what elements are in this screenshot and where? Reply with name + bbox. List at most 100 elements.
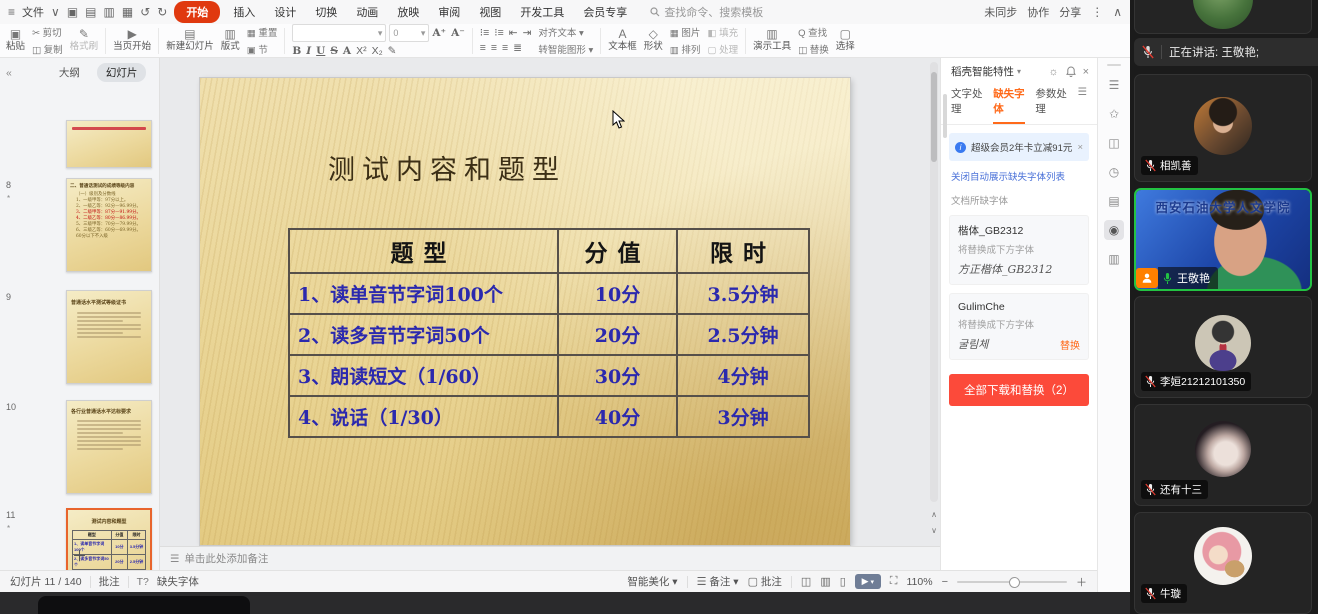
sorter-view-icon[interactable]: ▥ bbox=[820, 575, 830, 588]
copy-panel-icon[interactable]: ◫ bbox=[1104, 133, 1124, 153]
scroll-down-button[interactable]: ∨ bbox=[929, 524, 939, 538]
tab-slideshow[interactable]: 放映 bbox=[391, 2, 425, 22]
video-tile-partial[interactable] bbox=[1134, 0, 1312, 34]
caret-icon[interactable]: ▾ bbox=[1017, 67, 1021, 76]
subscript-button[interactable]: X₂ bbox=[372, 45, 383, 57]
taskbar-popup[interactable] bbox=[38, 596, 250, 614]
more-icon[interactable]: ⋮ bbox=[1091, 6, 1103, 18]
bold-button[interactable]: B bbox=[292, 45, 301, 57]
undo-icon[interactable]: ↺ bbox=[140, 6, 150, 18]
paste-button[interactable]: ▣ 粘贴 bbox=[6, 28, 25, 53]
play-from-current-button[interactable]: ▶ 当页开始 bbox=[113, 28, 151, 53]
add-slide-button[interactable]: ＋ bbox=[0, 545, 159, 566]
auto-display-link[interactable]: 关闭自动展示缺失字体列表 bbox=[941, 161, 1097, 183]
doc-edit-icon[interactable]: ▤ bbox=[1104, 191, 1124, 211]
thumbnail-slide-7[interactable] bbox=[66, 120, 154, 168]
command-search[interactable]: 查找命令、搜索模板 bbox=[650, 4, 763, 20]
highlight-button[interactable]: ✎ bbox=[388, 45, 397, 57]
editor-scrollbar[interactable] bbox=[930, 62, 938, 502]
zoom-level[interactable]: 110% bbox=[906, 576, 932, 588]
annotate-button[interactable]: ▢ 批注 bbox=[748, 574, 782, 589]
thumbnail-slide-8[interactable]: 二、普通话测试的成绩等级内容 （一）级别及分数线 1、一级甲等：97分以上。 2… bbox=[66, 178, 154, 272]
italic-button[interactable]: I bbox=[306, 45, 311, 57]
find-button[interactable]: Q 查找 bbox=[798, 25, 829, 39]
panel-scrollbar[interactable] bbox=[943, 94, 947, 138]
notes-bar[interactable]: ☰ 单击此处添加备注 bbox=[160, 546, 940, 570]
smart-graphic-button[interactable]: 转智能图形 ▾ bbox=[538, 42, 593, 56]
close-icon[interactable]: × bbox=[1083, 66, 1089, 78]
member-promo-banner[interactable]: i 超级会员2年卡立减91元 × bbox=[949, 133, 1089, 161]
tab-member[interactable]: 会员专享 bbox=[577, 2, 633, 22]
redo-icon[interactable]: ↻ bbox=[157, 6, 167, 18]
tab-insert[interactable]: 插入 bbox=[227, 2, 261, 22]
font-family-select[interactable]: ▾ bbox=[292, 24, 386, 42]
zoom-slider[interactable] bbox=[957, 581, 1067, 583]
copy-button[interactable]: ◫ 复制 bbox=[32, 42, 63, 56]
format-painter-button[interactable]: ✎ 格式刷 bbox=[70, 28, 99, 53]
new-slide-button[interactable]: ▤ 新建幻灯片 bbox=[166, 28, 214, 53]
gear-icon[interactable]: ☼ bbox=[1048, 66, 1058, 78]
fit-slide-icon[interactable]: ⛶ bbox=[890, 575, 898, 588]
close-banner-icon[interactable]: × bbox=[1077, 142, 1083, 153]
superscript-button[interactable]: X² bbox=[356, 45, 367, 57]
arrange-button[interactable]: ▥ 排列 bbox=[670, 42, 701, 56]
smart-assistant-icon[interactable]: ◉ bbox=[1104, 220, 1124, 240]
share-button[interactable]: 分享 bbox=[1059, 4, 1081, 20]
app-menu-icon[interactable]: ≡ bbox=[8, 6, 15, 18]
download-all-button[interactable]: 全部下载和替换（2） bbox=[949, 374, 1089, 406]
sync-status[interactable]: 未同步 bbox=[984, 4, 1017, 20]
cut-button[interactable]: ✂ 剪切 bbox=[32, 25, 63, 39]
star-icon[interactable]: ✩ bbox=[1104, 104, 1124, 124]
align-center-icon[interactable]: ≡ bbox=[491, 42, 497, 54]
thumbnail-slide-9[interactable]: 普通话水平测试等级证书 bbox=[66, 290, 154, 384]
slideshow-play-button[interactable]: ▶▾ bbox=[855, 574, 881, 589]
tab-missing-fonts[interactable]: 缺失字体 bbox=[993, 86, 1025, 124]
textbox-button[interactable]: A 文本框 bbox=[608, 28, 637, 53]
save-icon[interactable]: ▣ bbox=[67, 6, 78, 18]
export-icon[interactable]: ▤ bbox=[85, 6, 96, 18]
video-tile[interactable]: 牛璇 bbox=[1134, 512, 1312, 614]
tab-parameter-processing[interactable]: 参数处理 bbox=[1035, 86, 1067, 124]
strike-button[interactable]: S bbox=[330, 45, 338, 57]
fill-button[interactable]: ◧ 填充 bbox=[707, 25, 738, 39]
slide-table[interactable]: 题型 分值 限时 1、读单音节字词100个 10分 3.5分钟 2、读多音节字词… bbox=[288, 228, 810, 438]
preview-icon[interactable]: ▦ bbox=[122, 6, 133, 18]
zoom-out-button[interactable]: − bbox=[942, 576, 948, 588]
thumbnail-slide-10[interactable]: 各行业普通话水平达标要求 bbox=[66, 400, 154, 494]
presentation-tools-button[interactable]: ▥ 演示工具 bbox=[753, 28, 791, 53]
shape-button[interactable]: ◇ 形状 bbox=[644, 28, 663, 53]
tab-transition[interactable]: 切换 bbox=[309, 2, 343, 22]
tab-outline[interactable]: 大纲 bbox=[50, 63, 89, 82]
process-button[interactable]: ▢ 处理 bbox=[707, 42, 738, 56]
video-tile[interactable]: 相凯善 bbox=[1134, 74, 1312, 182]
collab-button[interactable]: 协作 bbox=[1027, 4, 1049, 20]
tab-view[interactable]: 视图 bbox=[473, 2, 507, 22]
notes-toggle-button[interactable]: ☰ 备注 ▾ bbox=[697, 574, 739, 589]
tab-animation[interactable]: 动画 bbox=[350, 2, 384, 22]
reading-view-icon[interactable]: ▯ bbox=[840, 575, 846, 588]
tab-slides[interactable]: 幻灯片 bbox=[97, 63, 147, 82]
bullet-list-icon[interactable]: ⁝≡ bbox=[480, 27, 489, 39]
tab-review[interactable]: 审阅 bbox=[432, 2, 466, 22]
slide-canvas[interactable]: 测试内容和题型 题型 分值 限时 1、读单音节字词100个 10分 3.5分钟 … bbox=[200, 78, 850, 545]
justify-icon[interactable]: ≣ bbox=[513, 42, 522, 54]
font-size-select[interactable]: 0▾ bbox=[389, 24, 429, 42]
video-tile-active-speaker[interactable]: 西安石油大学人文学院 王敬艳 bbox=[1134, 188, 1312, 291]
tab-devtools[interactable]: 开发工具 bbox=[514, 2, 570, 22]
section-button[interactable]: ▣ 节 bbox=[247, 42, 278, 56]
file-menu[interactable]: 文件 bbox=[22, 4, 44, 20]
layout-button[interactable]: ▥ 版式 bbox=[221, 28, 240, 53]
tab-home[interactable]: 开始 bbox=[174, 1, 220, 23]
underline-button[interactable]: U bbox=[316, 45, 325, 57]
bell-icon[interactable] bbox=[1066, 66, 1076, 77]
tab-text-processing[interactable]: 文字处理 bbox=[951, 86, 983, 124]
scroll-up-button[interactable]: ∧ bbox=[929, 508, 939, 522]
collapse-panel-icon[interactable]: « bbox=[6, 67, 12, 79]
normal-view-icon[interactable]: ◫ bbox=[801, 575, 811, 588]
select-button[interactable]: ▢ 选择 bbox=[836, 28, 855, 53]
zoom-in-button[interactable]: ＋ bbox=[1076, 574, 1087, 590]
number-list-icon[interactable]: ⁝≡ bbox=[494, 27, 503, 39]
tune-icon[interactable]: ☰ bbox=[1104, 75, 1124, 95]
tab-design[interactable]: 设计 bbox=[268, 2, 302, 22]
reset-button[interactable]: ▦ 重置 bbox=[247, 25, 278, 39]
